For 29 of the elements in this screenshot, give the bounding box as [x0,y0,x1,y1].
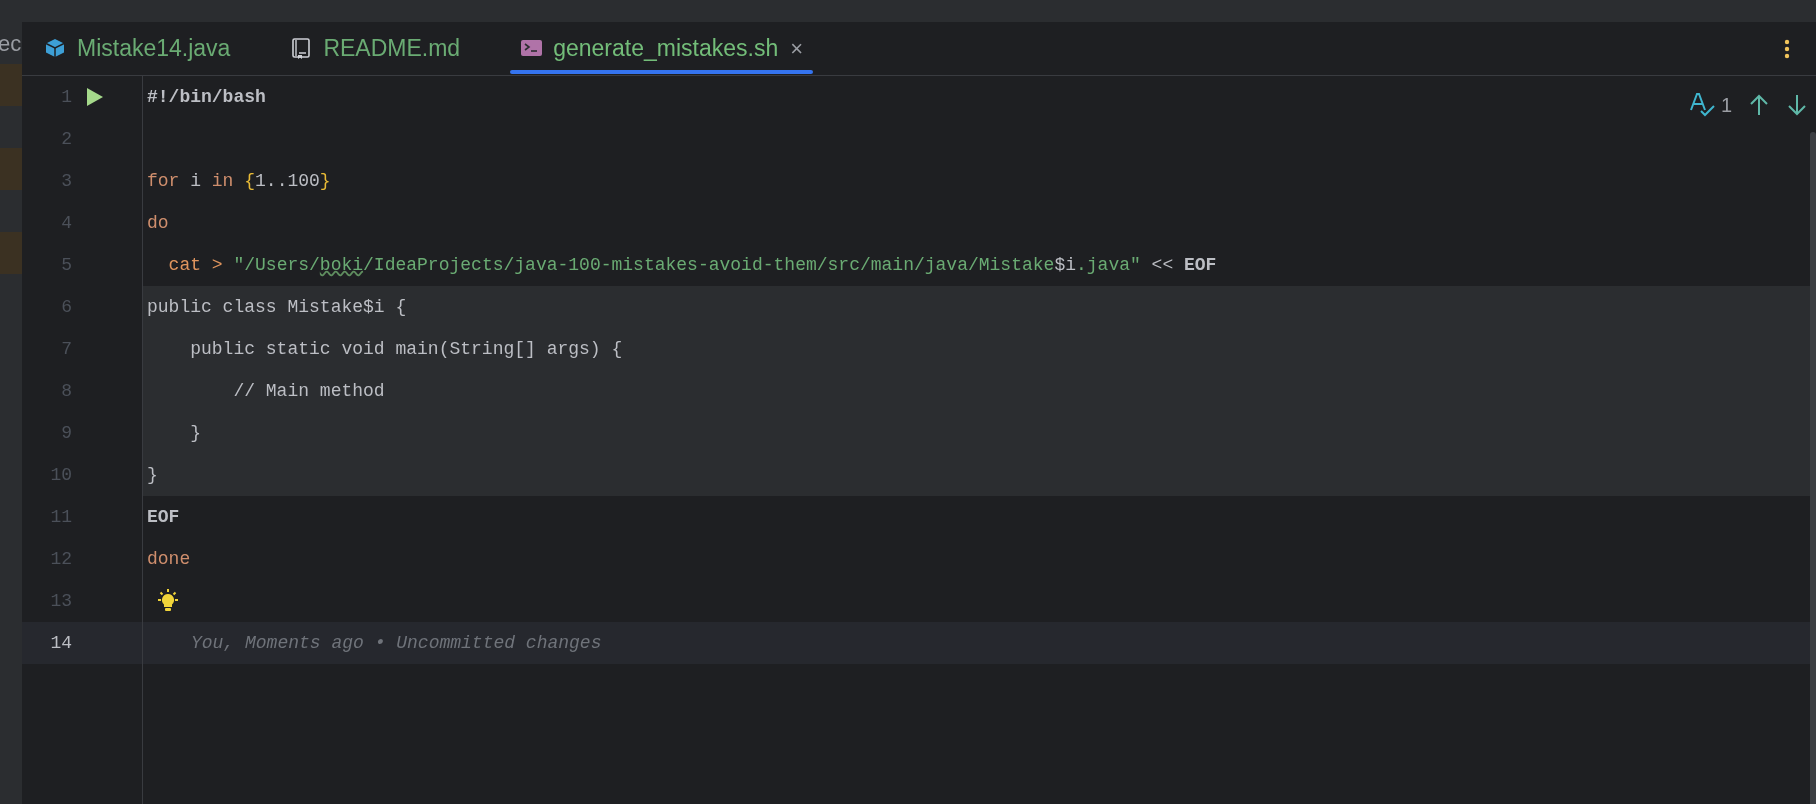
blame-annotation: You, Moments ago • Uncommitted changes [191,631,602,655]
code-line: EOF [147,505,180,529]
code-line: // Main method [232,379,385,403]
code-line: done [147,547,191,571]
run-icon[interactable] [84,87,104,107]
file-tab[interactable]: generate_mistakes.sh × [510,22,814,75]
cube-icon [44,37,67,60]
file-tab[interactable]: README.md [280,22,471,75]
code-line: #!/bin/bash [147,85,266,109]
inspection-count: 1 [1720,93,1732,118]
code-line: } [147,463,158,487]
file-tab[interactable]: Mistake14.java [34,22,241,75]
code-line: public static void main(String[] args) { [189,337,623,361]
change-marker [0,232,22,274]
down-arrow-icon [1786,94,1808,116]
spellcheck-icon [1688,92,1717,118]
code-line: } [189,421,201,445]
code-line: cat > "/Users/boki/IdeaProjects/java-100-mistakes-avoid-them/src/main/java/Mistake$i.java" << EOF [167,253,1217,277]
change-marker [0,64,22,106]
code-line: do [147,211,169,235]
scrollbar-thumb[interactable] [1810,132,1816,804]
more-icon[interactable] [1784,39,1790,59]
code-line: for i in {1..100} [147,169,331,193]
line-number: 14 [49,631,72,655]
lightbulb-icon[interactable] [155,588,181,614]
up-arrow-icon [1748,94,1770,116]
code-line: public class Mistake$i { [147,295,407,319]
close-button[interactable]: × [790,32,804,65]
change-marker [0,148,22,190]
